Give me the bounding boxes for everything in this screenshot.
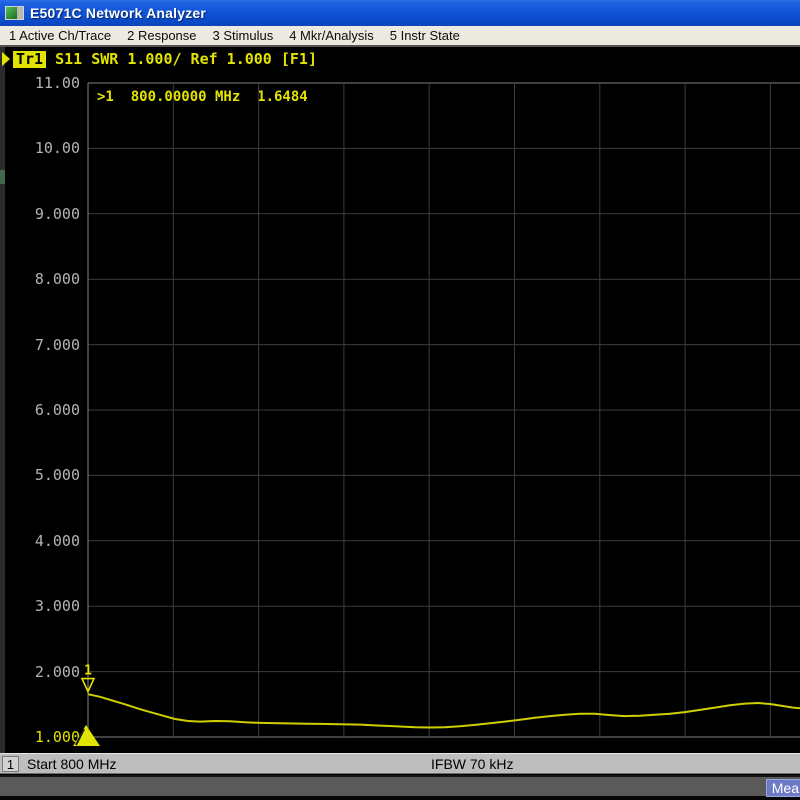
swr-trace-line	[88, 694, 800, 727]
menu-item-3[interactable]: 3 Stimulus	[210, 27, 277, 44]
instrument-bottom-bar: Mea	[0, 775, 800, 800]
status-bar: 1 Start 800 MHz IFBW 70 kHz	[0, 753, 800, 774]
menu-item-1[interactable]: 1 Active Ch/Trace	[6, 27, 114, 44]
graph-area: Tr1 S11 SWR 1.000/ Ref 1.000 [F1] >1 800…	[0, 47, 800, 753]
swr-grid: 1	[0, 47, 800, 753]
marker-1-label: 1	[84, 664, 92, 679]
menu-item-5[interactable]: 5 Instr State	[387, 27, 463, 44]
channel-number: 1	[2, 756, 19, 772]
menubar: 1 Active Ch/Trace 2 Response 3 Stimulus 4 M…	[0, 26, 800, 47]
app-icon-screen	[6, 7, 17, 19]
menu-item-4[interactable]: 4 Mkr/Analysis	[286, 27, 377, 44]
app-icon-panel	[17, 7, 23, 19]
app-icon	[5, 6, 24, 20]
window-titlebar: E5071C Network Analyzer	[0, 0, 800, 26]
window-title: E5071C Network Analyzer	[30, 5, 206, 21]
menu-item-2[interactable]: 2 Response	[124, 27, 199, 44]
start-frequency-label: Start 800 MHz	[27, 756, 116, 772]
ifbw-label: IFBW 70 kHz	[431, 756, 513, 772]
meas-softkey-button[interactable]: Mea	[766, 779, 800, 797]
